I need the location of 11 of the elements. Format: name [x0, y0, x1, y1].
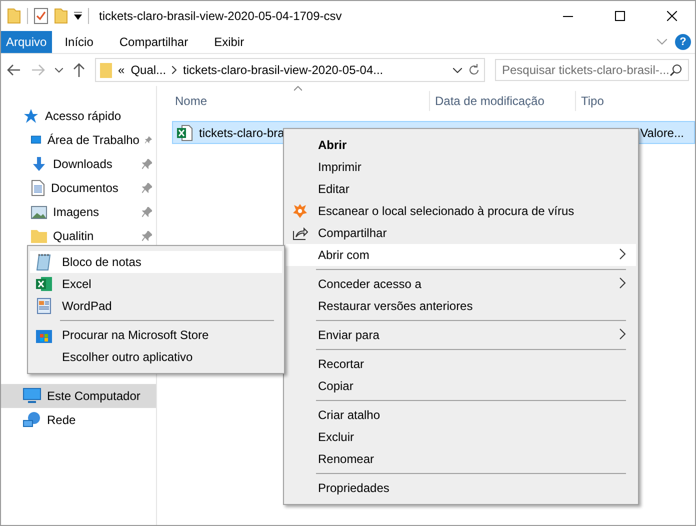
- nav-label: Downloads: [53, 157, 114, 171]
- file-type: Valore...: [640, 126, 685, 140]
- nav-label: Este Computador: [47, 389, 142, 403]
- nav-label: Acesso rápido: [45, 109, 122, 123]
- nav-label: Documentos: [51, 181, 120, 195]
- file-name: tickets-claro-bra: [199, 126, 284, 140]
- nav-label: Área de Trabalho: [47, 133, 140, 147]
- nav-label: Imagens: [53, 205, 100, 219]
- nav-label: Rede: [47, 413, 77, 427]
- window-title: tickets-claro-brasil-view-2020-05-04-1709-csv: [98, 9, 343, 23]
- nav-label: Qualitin: [53, 229, 95, 243]
